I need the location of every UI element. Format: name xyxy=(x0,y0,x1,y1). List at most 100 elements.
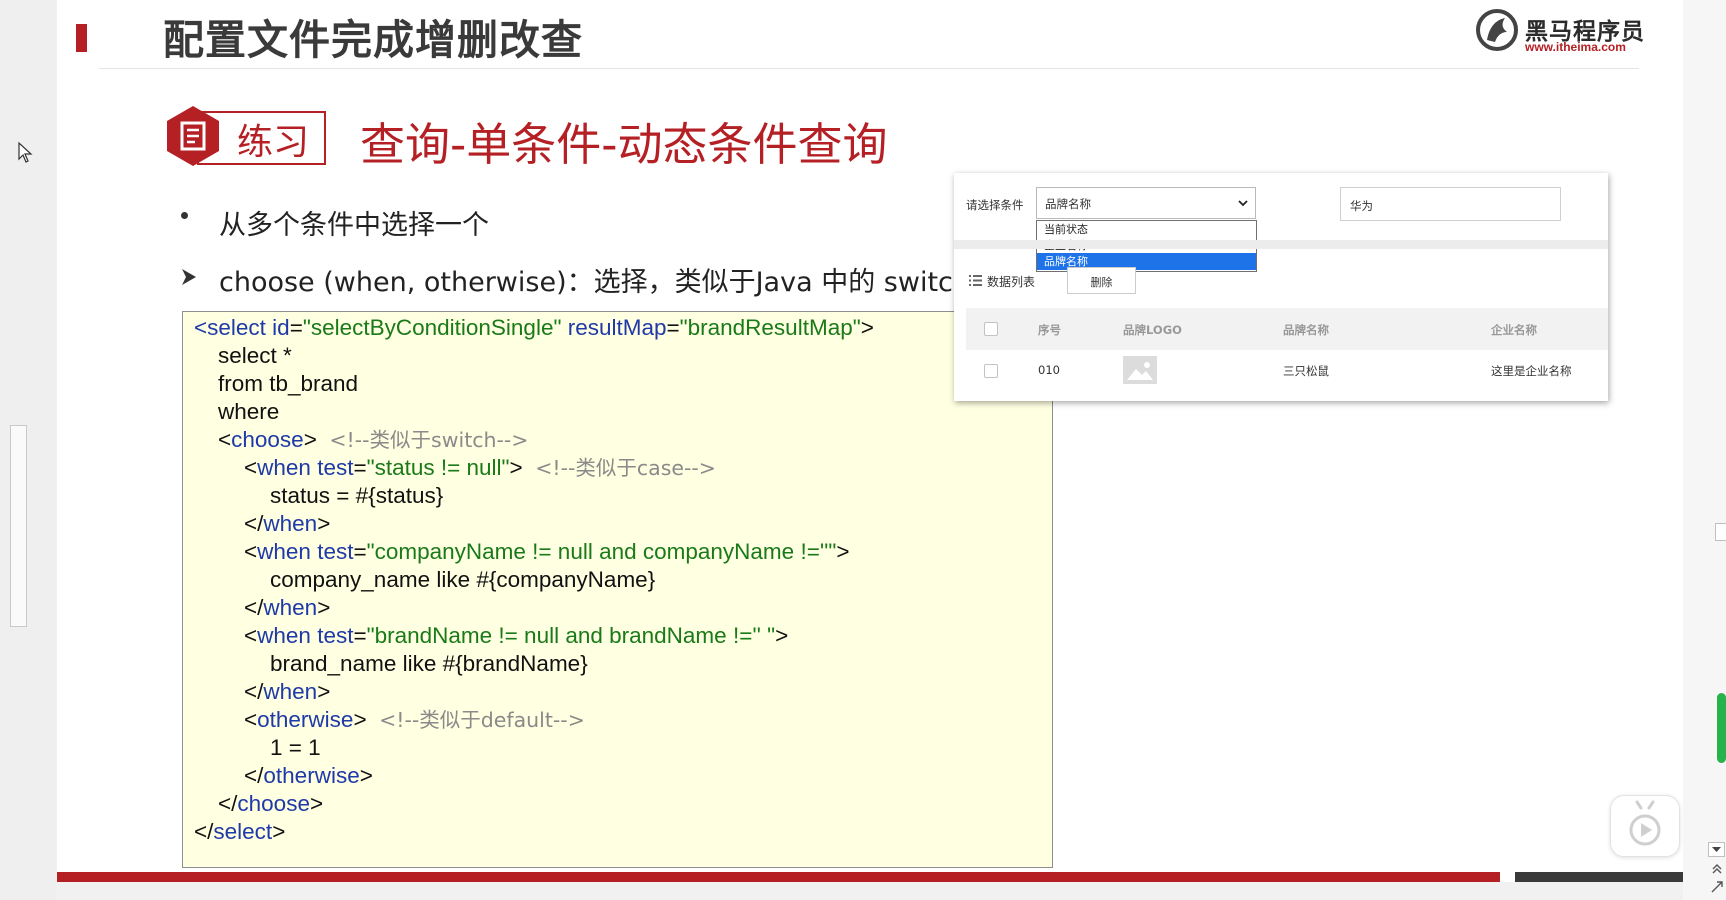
code-attr: id xyxy=(265,315,290,340)
code-tag: choose xyxy=(237,791,310,816)
code-punct: < xyxy=(244,455,258,480)
double-chevron-up-icon[interactable] xyxy=(1710,862,1724,876)
search-input-value: 华为 xyxy=(1350,199,1373,213)
section-separator xyxy=(954,240,1608,249)
code-block: <select id="selectByConditionSingle" res… xyxy=(182,311,1053,868)
title-divider xyxy=(99,68,1639,69)
table-header: 序号 品牌LOGO 品牌名称 企业名称 xyxy=(966,308,1608,350)
expand-icon[interactable] xyxy=(1710,880,1724,894)
code-line: </choose> xyxy=(218,790,323,818)
code-value: "selectByConditionSingle" xyxy=(302,315,562,340)
presentation-slide: 配置文件完成增删改查 黑马程序员 www.itheima.com 练习 查询-单… xyxy=(57,0,1683,882)
code-attr: test xyxy=(310,455,354,480)
code-punct: > xyxy=(775,623,789,648)
code-attr: test xyxy=(310,539,354,564)
code-tag: when xyxy=(257,623,311,648)
select-all-checkbox[interactable] xyxy=(984,322,998,336)
condition-select[interactable]: 品牌名称 xyxy=(1036,187,1256,219)
code-tag: otherwise xyxy=(257,707,354,732)
document-hexagon-icon xyxy=(167,106,219,166)
code-punct: > xyxy=(359,763,373,788)
code-tag: when xyxy=(263,679,318,704)
code-punct: > xyxy=(317,679,331,704)
code-line: from tb_brand xyxy=(218,371,359,396)
code-line: </when> xyxy=(244,678,330,706)
code-attr: resultMap xyxy=(561,315,667,340)
play-icon xyxy=(1629,800,1661,846)
code-punct: </ xyxy=(218,791,238,816)
data-list-label: 数据列表 xyxy=(987,275,1036,289)
exercise-label: 练习 xyxy=(237,122,310,163)
code-tag: when xyxy=(257,539,311,564)
chevron-down-icon xyxy=(1238,200,1248,207)
code-punct: > xyxy=(309,791,324,816)
bullet-text: 从多个条件中选择一个 xyxy=(219,210,489,241)
delete-button-label: 删除 xyxy=(1090,276,1113,289)
demo-screenshot: 请选择条件 品牌名称 当前状态 企业名称 品牌名称 华为 数据列表 删除 序号 … xyxy=(954,173,1608,401)
code-comment: <!--类似于case--> xyxy=(535,456,716,480)
code-line: where xyxy=(218,399,280,424)
code-punct: > xyxy=(353,707,367,732)
code-value: "brandResultMap" xyxy=(679,315,861,340)
code-punct: < xyxy=(218,427,232,452)
slide-title: 配置文件完成增删改查 xyxy=(163,16,583,64)
code-punct: < xyxy=(244,623,258,648)
code-line: </when> xyxy=(244,594,330,622)
scroll-thumb[interactable] xyxy=(1717,693,1726,763)
code-punct: > xyxy=(317,595,331,620)
row-brand-name: 三只松鼠 xyxy=(1283,364,1329,378)
column-header: 序号 xyxy=(1038,323,1061,337)
section-heading: 查询-单条件-动态条件查询 xyxy=(360,118,888,171)
code-punct: = xyxy=(353,539,367,564)
code-line: </select> xyxy=(194,818,285,846)
code-line: </when> xyxy=(244,510,330,538)
column-header: 品牌LOGO xyxy=(1123,323,1182,337)
code-line: 1 = 1 xyxy=(270,735,321,760)
code-tag: when xyxy=(263,511,318,536)
code-value: "status != null" xyxy=(366,455,510,480)
table-row: 010 三只松鼠 这里是企业名称 xyxy=(966,350,1608,392)
title-marker xyxy=(76,24,87,52)
code-line: company_name like #{companyName} xyxy=(270,567,656,592)
code-punct: = xyxy=(289,315,303,340)
left-scrollbar[interactable] xyxy=(10,425,27,627)
mouse-pointer-icon xyxy=(18,142,33,163)
row-checkbox[interactable] xyxy=(984,364,998,378)
code-tag: choose xyxy=(231,427,304,452)
code-tag: select xyxy=(207,315,266,340)
footer-bar xyxy=(57,872,1500,882)
code-punct: </ xyxy=(244,679,264,704)
row-company-name: 这里是企业名称 xyxy=(1491,364,1572,378)
code-punct: </ xyxy=(244,595,264,620)
delete-button[interactable]: 删除 xyxy=(1067,267,1136,294)
code-punct: </ xyxy=(244,763,264,788)
scroll-down-button[interactable] xyxy=(1708,842,1725,857)
itheima-logo: 黑马程序员 www.itheima.com xyxy=(1475,6,1650,56)
code-value: "brandName != null and brandName !='' " xyxy=(366,623,776,648)
code-tag: when xyxy=(263,595,318,620)
code-punct: = xyxy=(353,623,367,648)
code-line: <choose> <!--类似于switch--> xyxy=(218,426,528,454)
logo-url: www.itheima.com xyxy=(1525,40,1626,54)
bullet-dot xyxy=(181,212,188,219)
code-line: </otherwise> xyxy=(244,762,373,790)
code-punct: > xyxy=(860,315,874,340)
bullet-text: choose (when, otherwise)：选择，类似于Java 中的 s… xyxy=(219,267,1033,298)
search-input[interactable]: 华为 xyxy=(1340,187,1561,221)
video-play-button[interactable] xyxy=(1610,795,1680,857)
code-line: brand_name like #{brandName} xyxy=(270,651,588,676)
condition-label: 请选择条件 xyxy=(966,198,1024,212)
horse-logo-icon xyxy=(1476,9,1518,51)
code-tag: select xyxy=(213,819,273,844)
code-punct: > xyxy=(272,819,286,844)
scroll-marker[interactable] xyxy=(1715,523,1726,541)
code-punct: < xyxy=(194,315,208,340)
code-comment: <!--类似于switch--> xyxy=(329,428,529,452)
code-punct: </ xyxy=(244,511,264,536)
code-punct: > xyxy=(836,539,850,564)
code-punct: > xyxy=(303,427,317,452)
code-comment: <!--类似于default--> xyxy=(379,708,585,732)
select-value: 品牌名称 xyxy=(1045,197,1091,211)
column-header: 品牌名称 xyxy=(1283,323,1329,337)
dropdown-option[interactable]: 当前状态 xyxy=(1037,221,1256,238)
